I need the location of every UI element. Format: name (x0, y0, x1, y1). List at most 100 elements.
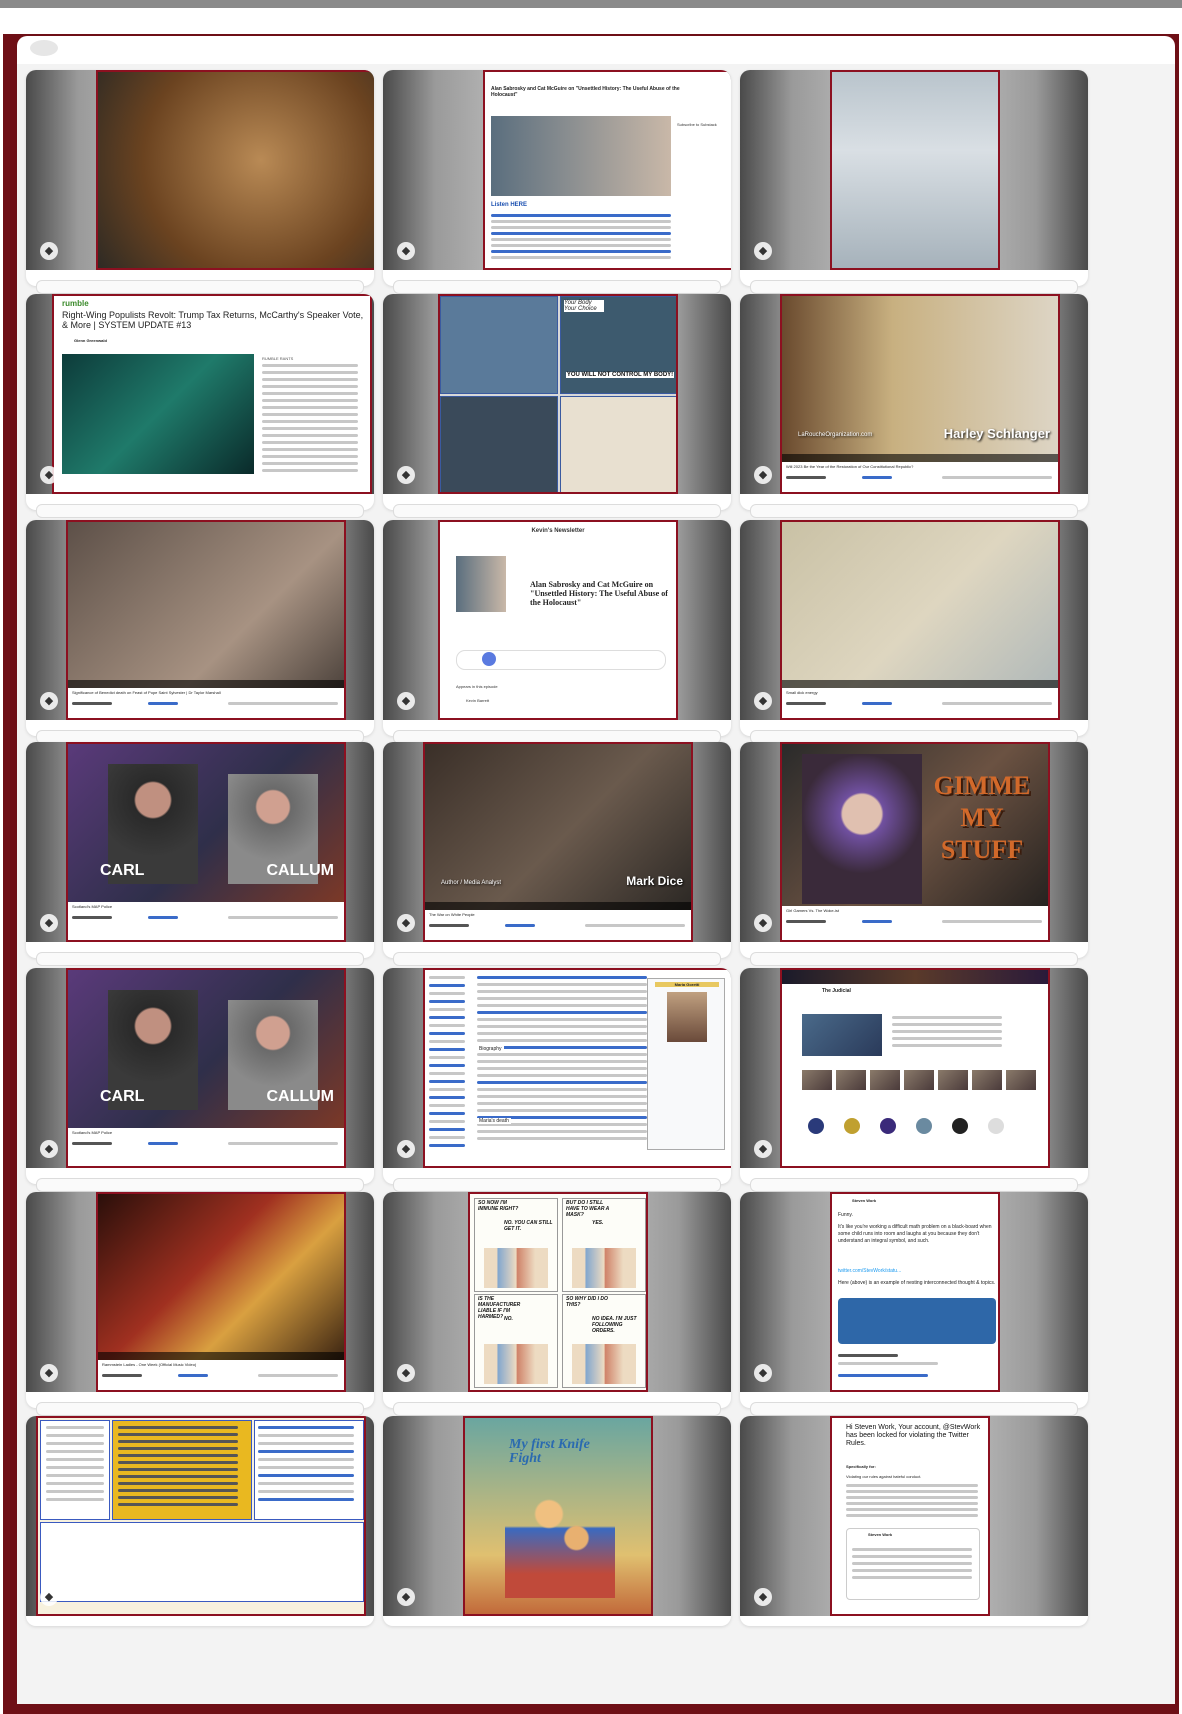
pin-caption-field[interactable] (750, 504, 1078, 518)
pin-thumbnail[interactable]: GIMME MY STUFF Girl Gamers Vs. The Woke-i… (740, 742, 1088, 942)
pin-card[interactable]: CARL CALLUM Scotland's MAP Police ◆ (26, 968, 374, 1192)
pin-caption-field[interactable] (393, 504, 721, 518)
pin-card[interactable]: Rammstein Ladies - One Week (Official Mu… (26, 1192, 374, 1416)
pin-caption-field[interactable] (750, 952, 1078, 966)
tag-icon[interactable]: ◆ (754, 1588, 772, 1606)
video-thumbnail[interactable] (904, 1070, 934, 1090)
pin-card[interactable]: Hi Steven Work, Your account, @StevWork … (740, 1416, 1088, 1626)
featured-video[interactable] (802, 1014, 882, 1056)
tag-icon[interactable]: ◆ (40, 1588, 58, 1606)
channel-avatar[interactable] (916, 1118, 932, 1134)
video-controls[interactable] (782, 680, 1058, 688)
tag-icon[interactable]: ◆ (40, 692, 58, 710)
pin-thumbnail[interactable]: Your Body Your Choice YOU WILL NOT CONTRO… (383, 294, 731, 494)
pin-thumbnail[interactable]: CARL CALLUM Scotland's MAP Police ◆ (26, 742, 374, 942)
pin-thumbnail[interactable]: Significance of Benedict death on Feast … (26, 520, 374, 720)
play-icon[interactable] (482, 652, 496, 666)
video-thumbnail[interactable] (802, 1070, 832, 1090)
pin-thumbnail[interactable]: ◆ (26, 70, 374, 270)
pin-thumbnail[interactable]: ◆ (740, 70, 1088, 270)
pin-card[interactable]: GIMME MY STUFF Girl Gamers Vs. The Woke-i… (740, 742, 1088, 966)
tag-icon[interactable]: ◆ (754, 242, 772, 260)
tag-icon[interactable]: ◆ (397, 914, 415, 932)
pin-caption-field[interactable] (36, 1178, 364, 1192)
pin-caption-field[interactable] (36, 504, 364, 518)
pin-card[interactable]: Steven Work Funny. It's like you're workin… (740, 1192, 1088, 1416)
pin-caption-field[interactable] (393, 1178, 721, 1192)
tag-icon[interactable]: ◆ (754, 466, 772, 484)
video-thumbnail[interactable] (938, 1070, 968, 1090)
tag-icon[interactable]: ◆ (397, 466, 415, 484)
video-controls[interactable] (98, 1352, 344, 1360)
tag-icon[interactable]: ◆ (40, 914, 58, 932)
pin-thumbnail[interactable]: SO NOW I'M IMMUNE RIGHT? NO. YOU CAN STIL… (383, 1192, 731, 1392)
pin-card[interactable]: ◆ (740, 70, 1088, 294)
pin-thumbnail[interactable]: The Judicial ◆ (740, 968, 1088, 1168)
pin-card[interactable]: SO NOW I'M IMMUNE RIGHT? NO. YOU CAN STIL… (383, 1192, 731, 1416)
tag-icon[interactable]: ◆ (754, 692, 772, 710)
pin-thumbnail[interactable]: My first Knife Fight ◆ (383, 1416, 731, 1616)
pin-card[interactable]: rumble Right-Wing Populists Revolt: Trump… (26, 294, 374, 518)
tag-icon[interactable]: ◆ (397, 1140, 415, 1158)
pin-card[interactable]: Mark Dice Author / Media Analyst The War o… (383, 742, 731, 966)
pin-caption-field[interactable] (393, 280, 721, 294)
video-player[interactable] (62, 354, 254, 474)
header-avatar[interactable] (30, 40, 58, 56)
tag-icon[interactable]: ◆ (40, 1364, 58, 1382)
video-controls[interactable] (425, 902, 691, 910)
pin-card[interactable]: Your Body Your Choice YOU WILL NOT CONTRO… (383, 294, 731, 518)
tag-icon[interactable]: ◆ (40, 242, 58, 260)
tag-icon[interactable]: ◆ (40, 466, 58, 484)
channel-avatar[interactable] (808, 1118, 824, 1134)
pin-card[interactable]: Small dick energy ◆ (740, 520, 1088, 744)
channel-avatar[interactable] (988, 1118, 1004, 1134)
pin-card[interactable]: Alan Sabrosky and Cat McGuire on "Unsett… (383, 70, 731, 294)
embedded-media[interactable] (838, 1298, 996, 1344)
pin-thumbnail[interactable]: CARL CALLUM Scotland's MAP Police ◆ (26, 968, 374, 1168)
pin-card[interactable]: Biography Maria's death Maria Goretti ◆ (383, 968, 731, 1192)
pin-card[interactable]: Kevin's Newsletter Alan Sabrosky and Cat … (383, 520, 731, 744)
pin-caption-field[interactable] (393, 1402, 721, 1416)
pin-thumbnail[interactable]: rumble Right-Wing Populists Revolt: Trump… (26, 294, 374, 494)
pin-thumbnail[interactable]: Hi Steven Work, Your account, @StevWork … (740, 1416, 1088, 1616)
channel-avatar[interactable] (880, 1118, 896, 1134)
pin-caption-field[interactable] (36, 280, 364, 294)
pin-caption-field[interactable] (36, 1402, 364, 1416)
channel-avatar[interactable] (844, 1118, 860, 1134)
pin-caption-field[interactable] (750, 280, 1078, 294)
pin-caption-field[interactable] (750, 1178, 1078, 1192)
pin-card[interactable]: CARL CALLUM Scotland's MAP Police ◆ (26, 742, 374, 966)
tag-icon[interactable]: ◆ (754, 1364, 772, 1382)
pin-thumbnail[interactable]: Mark Dice Author / Media Analyst The War o… (383, 742, 731, 942)
video-thumbnail[interactable] (1006, 1070, 1036, 1090)
tag-icon[interactable]: ◆ (754, 914, 772, 932)
pin-thumbnail[interactable]: Kevin's Newsletter Alan Sabrosky and Cat … (383, 520, 731, 720)
pin-caption-field[interactable] (393, 952, 721, 966)
video-controls[interactable] (68, 680, 344, 688)
video-thumbnail[interactable] (836, 1070, 866, 1090)
tag-icon[interactable]: ◆ (40, 1140, 58, 1158)
video-controls[interactable] (782, 454, 1058, 462)
pin-card[interactable]: My first Knife Fight ◆ (383, 1416, 731, 1626)
tag-icon[interactable]: ◆ (397, 1364, 415, 1382)
pin-thumbnail[interactable]: Rammstein Ladies - One Week (Official Mu… (26, 1192, 374, 1392)
pin-card[interactable]: ◆ (26, 1416, 374, 1626)
tag-icon[interactable]: ◆ (397, 1588, 415, 1606)
pin-thumbnail[interactable]: Alan Sabrosky and Cat McGuire on "Unsett… (383, 70, 731, 270)
channel-avatar[interactable] (952, 1118, 968, 1134)
pin-card[interactable]: ◆ (26, 70, 374, 294)
tag-icon[interactable]: ◆ (397, 692, 415, 710)
pin-card[interactable]: The Judicial ◆ (740, 968, 1088, 1192)
pin-thumbnail[interactable]: ◆ (26, 1416, 374, 1616)
tag-icon[interactable]: ◆ (397, 242, 415, 260)
pin-thumbnail[interactable]: Small dick energy ◆ (740, 520, 1088, 720)
pin-thumbnail[interactable]: Biography Maria's death Maria Goretti ◆ (383, 968, 731, 1168)
pin-card[interactable]: Significance of Benedict death on Feast … (26, 520, 374, 744)
video-thumbnail[interactable] (972, 1070, 1002, 1090)
pin-caption-field[interactable] (36, 952, 364, 966)
pin-thumbnail[interactable]: Steven Work Funny. It's like you're workin… (740, 1192, 1088, 1392)
video-thumbnail[interactable] (870, 1070, 900, 1090)
tag-icon[interactable]: ◆ (754, 1140, 772, 1158)
pin-caption-field[interactable] (750, 1402, 1078, 1416)
pin-card[interactable]: Harley Schlanger LaRoucheOrganization.com… (740, 294, 1088, 518)
